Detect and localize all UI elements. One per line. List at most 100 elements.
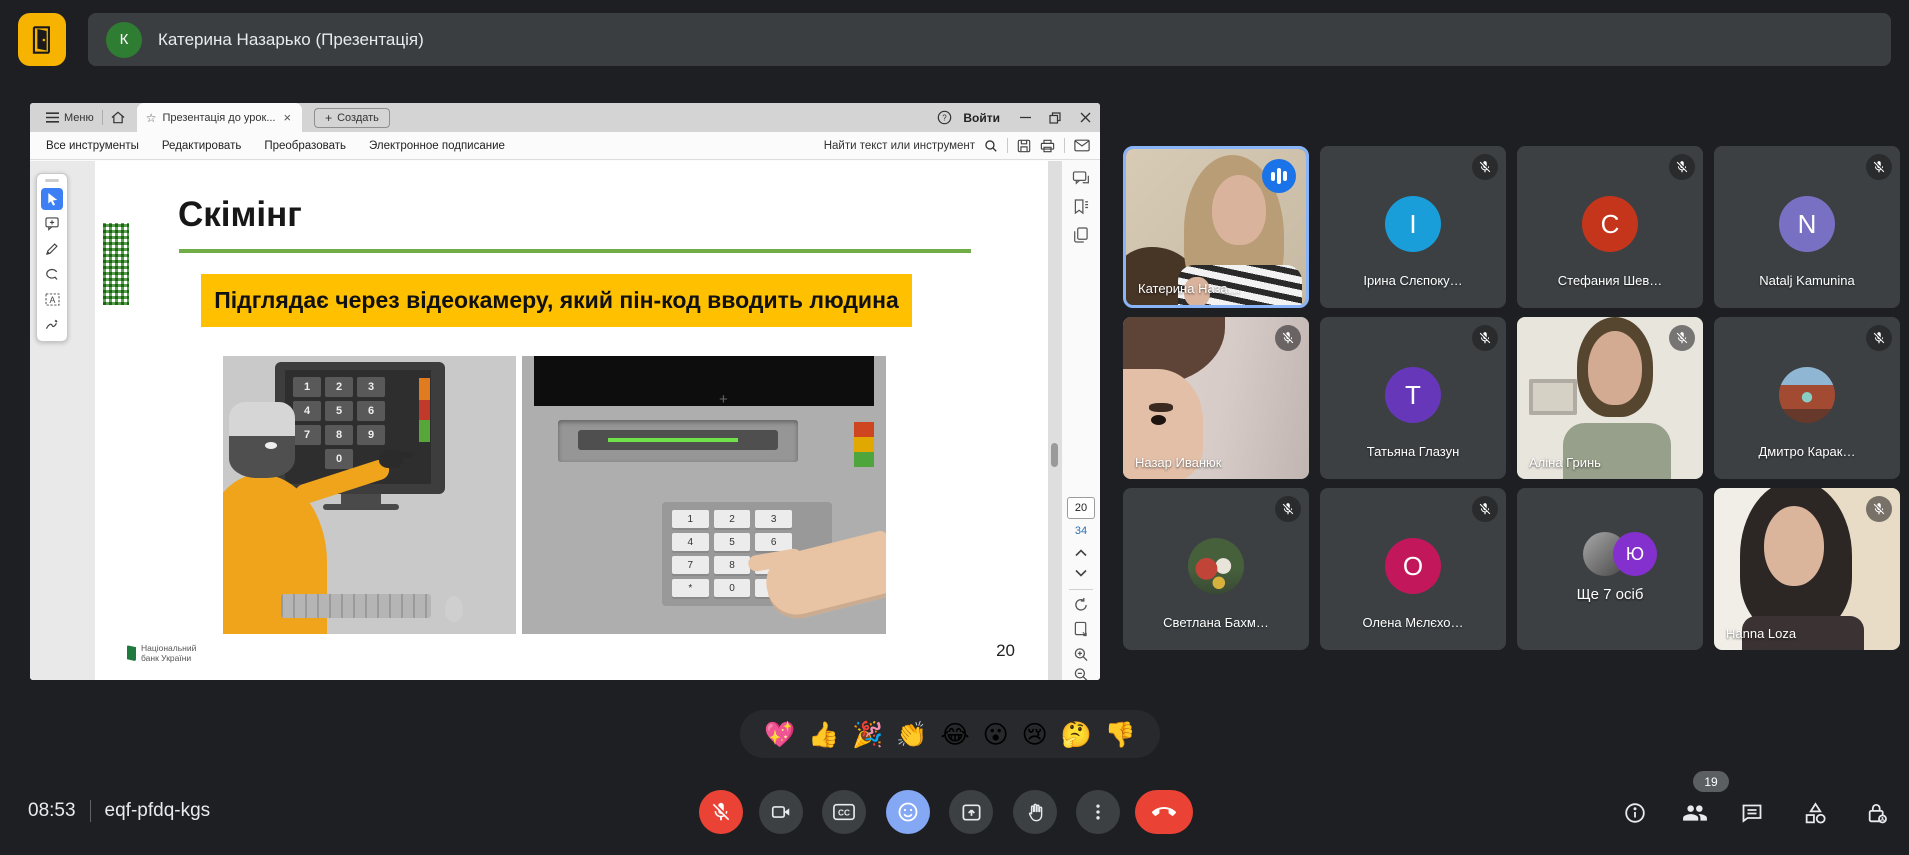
participant-tile[interactable]: NNatalj Kamunina: [1714, 146, 1900, 308]
help-icon[interactable]: ?: [929, 103, 959, 132]
select-tool[interactable]: [41, 188, 63, 210]
toolbar-convert[interactable]: Преобразовать: [264, 140, 346, 152]
reaction-emoji-0[interactable]: 💖: [758, 721, 801, 748]
pdf-document-tab[interactable]: ☆ Презентація до урок... ×: [137, 103, 302, 132]
pdf-home-button[interactable]: [103, 103, 133, 132]
reaction-emoji-3[interactable]: 👏: [890, 721, 933, 748]
bookmarks-panel-icon[interactable]: [1074, 199, 1089, 215]
mail-icon[interactable]: [1074, 139, 1090, 152]
participant-tile[interactable]: Дмитро Карак…: [1714, 317, 1900, 479]
meeting-details-button[interactable]: [1622, 800, 1648, 826]
plus-icon: +: [325, 111, 332, 125]
window-restore-button[interactable]: [1040, 103, 1070, 132]
clock: 08:53: [28, 800, 76, 822]
mic-off-icon: [1472, 496, 1498, 522]
participant-tile[interactable]: ТТатьяна Глазун: [1320, 317, 1506, 479]
rotate-page-icon[interactable]: [1074, 597, 1089, 612]
page-number-input[interactable]: 20: [1067, 497, 1095, 519]
reaction-emoji-4[interactable]: 😂: [934, 721, 975, 748]
tab-close-icon[interactable]: ×: [282, 110, 294, 125]
mouse-cursor: +: [719, 391, 728, 408]
chat-button[interactable]: [1739, 800, 1765, 826]
pdf-menu-button[interactable]: Меню: [38, 103, 102, 132]
reaction-emoji-8[interactable]: 👎: [1099, 721, 1142, 748]
window-close-button[interactable]: [1070, 103, 1100, 132]
text-box-tool[interactable]: A: [41, 288, 63, 310]
reaction-emoji-1[interactable]: 👍: [802, 721, 845, 748]
toolbar-edit[interactable]: Редактировать: [162, 140, 241, 152]
avatar-initial: І: [1385, 196, 1441, 252]
mic-off-icon: [1472, 154, 1498, 180]
pdf-side-column: 20 34: [1062, 161, 1100, 680]
reaction-emoji-5[interactable]: 😮: [977, 721, 1015, 748]
participant-tile[interactable]: ІІрина Слєпоку…: [1320, 146, 1506, 308]
keypad-key: 9: [357, 425, 385, 445]
keypad-key: 7: [293, 425, 321, 445]
comment-tool[interactable]: [41, 213, 63, 235]
mic-off-icon: [1669, 325, 1695, 351]
zoom-out-icon[interactable]: [1074, 667, 1089, 680]
draw-tool[interactable]: [41, 238, 63, 260]
star-icon[interactable]: ☆: [146, 111, 157, 125]
host-controls-button[interactable]: [1864, 800, 1890, 826]
previous-page-icon[interactable]: [1075, 549, 1087, 557]
participant-tile[interactable]: Назар Иванюк: [1123, 317, 1309, 479]
pages-panel-icon[interactable]: [1074, 227, 1089, 243]
svg-text:CC: CC: [838, 809, 850, 818]
page-view-icon[interactable]: [1074, 621, 1089, 637]
open-door-icon[interactable]: [18, 13, 66, 66]
nbu-logo: Національний банк України: [127, 643, 196, 663]
participant-tile[interactable]: Аліна Гринь: [1517, 317, 1703, 479]
reaction-emoji-2[interactable]: 🎉: [846, 721, 889, 748]
participant-tile[interactable]: Катерина Наза…: [1123, 146, 1309, 308]
reaction-emoji-6[interactable]: 😢: [1016, 721, 1054, 748]
presentation-slide: Скімінг Підглядає через відеокамеру, яки…: [95, 161, 1048, 680]
keypad-key: 3: [357, 377, 385, 397]
fill-sign-tool[interactable]: [41, 313, 63, 335]
camera-button[interactable]: [759, 790, 803, 834]
window-minimize-button[interactable]: [1010, 103, 1040, 132]
raise-hand-button[interactable]: [1013, 790, 1057, 834]
presentation-title: Катерина Назарько (Презентація): [158, 30, 424, 50]
mic-off-button[interactable]: [699, 790, 743, 834]
captions-button[interactable]: CC: [822, 790, 866, 834]
save-icon[interactable]: [1017, 139, 1031, 153]
search-icon[interactable]: [984, 139, 998, 153]
scrollbar-thumb[interactable]: [1051, 443, 1058, 467]
participant-tile[interactable]: Светлана Бахм…: [1123, 488, 1309, 650]
end-call-button[interactable]: [1135, 790, 1193, 834]
drag-handle[interactable]: [45, 179, 59, 182]
activities-button[interactable]: [1802, 800, 1828, 826]
keypad-key: 1: [672, 510, 709, 528]
participant-tile[interactable]: ЮЩе 7 осіб: [1517, 488, 1703, 650]
divider: [90, 800, 91, 822]
mic-off-icon: [1275, 325, 1301, 351]
participant-tile[interactable]: ООлена Мєлєхо…: [1320, 488, 1506, 650]
meeting-code: eqf-pfdq-kgs: [105, 800, 211, 822]
keypad-key: 8: [714, 556, 751, 574]
toolbar-all-tools[interactable]: Все инструменты: [46, 140, 139, 152]
pdf-tab-bar: Меню ☆ Презентація до урок... × + Создат…: [30, 103, 1100, 132]
reaction-emoji-7[interactable]: 🤔: [1055, 721, 1098, 748]
presenter-avatar: К: [106, 22, 142, 58]
participant-tile[interactable]: Hanna Loza: [1714, 488, 1900, 650]
present-button[interactable]: [949, 790, 993, 834]
illustration-skimmer: 1234567890: [223, 356, 516, 634]
slide-page-number: 20: [955, 641, 1015, 661]
pdf-create-button[interactable]: + Создать: [314, 108, 390, 128]
reactions-button[interactable]: [886, 790, 930, 834]
search-label[interactable]: Найти текст или инструмент: [824, 140, 975, 152]
print-icon[interactable]: [1040, 139, 1055, 153]
keypad-key: 6: [357, 401, 385, 421]
lasso-tool[interactable]: [41, 263, 63, 285]
zoom-in-icon[interactable]: [1074, 647, 1089, 662]
next-page-icon[interactable]: [1075, 569, 1087, 577]
more-options-button[interactable]: [1076, 790, 1120, 834]
participant-tile[interactable]: ССтефания Шев…: [1517, 146, 1703, 308]
comments-panel-icon[interactable]: [1073, 171, 1090, 187]
sign-in-button[interactable]: Войти: [963, 111, 1000, 125]
participant-name: Назар Иванюк: [1135, 455, 1221, 470]
toolbar-esign[interactable]: Электронное подписание: [369, 140, 505, 152]
presentation-title-bar: К Катерина Назарько (Презентація): [88, 13, 1891, 66]
people-button[interactable]: [1682, 800, 1708, 826]
